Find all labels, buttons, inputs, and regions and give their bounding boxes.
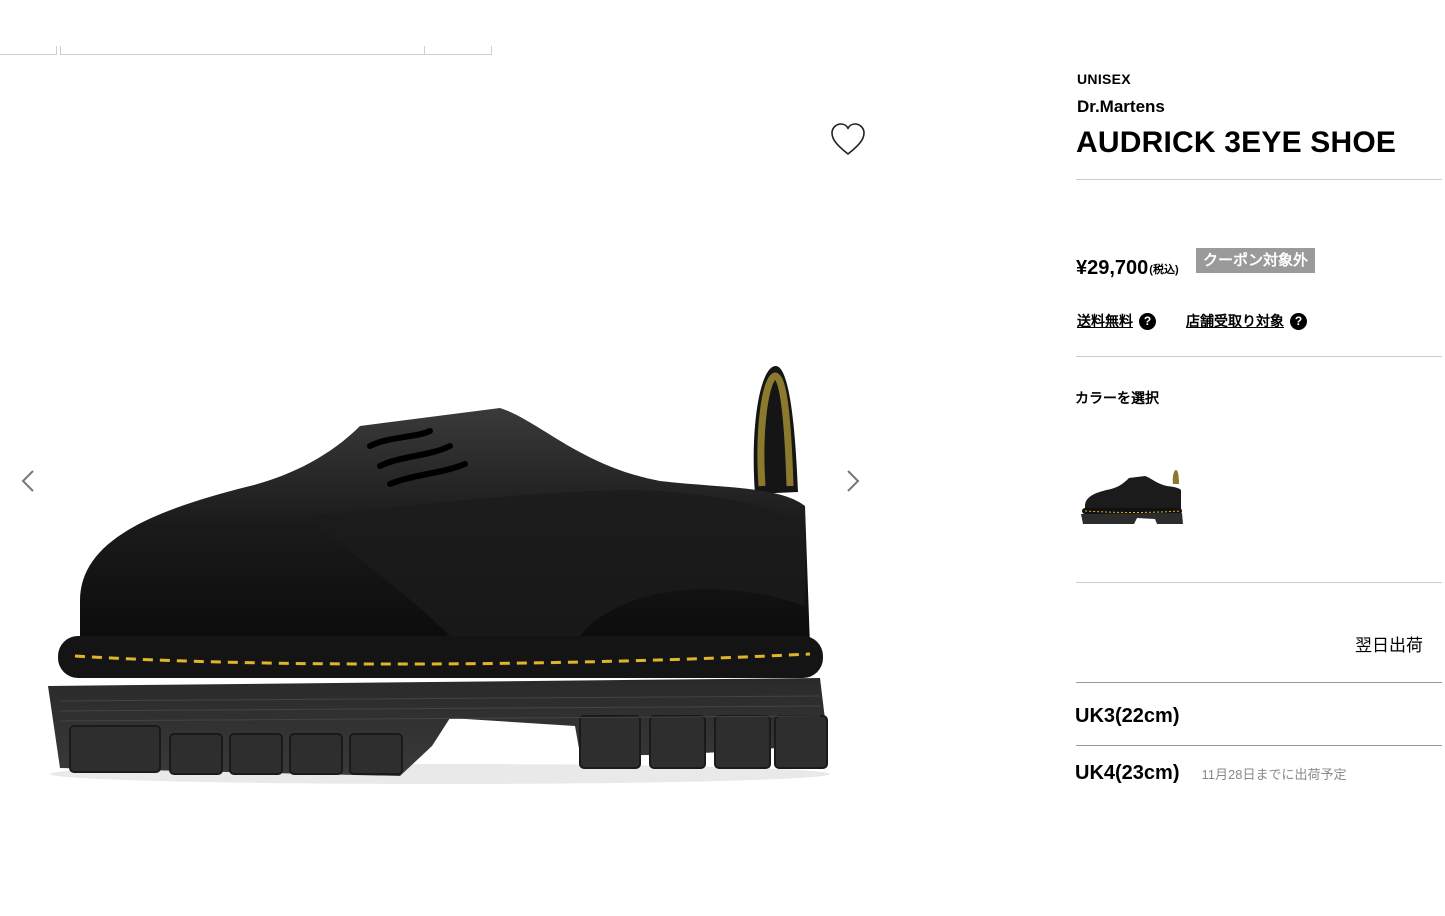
tax-note: (税込): [1149, 264, 1179, 276]
heart-outline-icon: [831, 123, 865, 155]
color-select-label: カラーを選択: [1075, 390, 1159, 406]
tab-divider: [56, 46, 57, 55]
product-info-panel: UNISEX Dr.Martens AUDRICK 3EYE SHOE ¥29,…: [1075, 0, 1445, 916]
product-gallery: [0, 56, 880, 916]
divider: [1076, 745, 1442, 746]
tab-divider: [424, 46, 425, 55]
divider: [1076, 682, 1442, 683]
divider: [1076, 179, 1442, 180]
price-row: ¥29,700 (税込): [1076, 250, 1179, 280]
free-shipping-link[interactable]: 送料無料 ?: [1077, 311, 1156, 331]
color-swatch-black[interactable]: [1079, 462, 1185, 532]
product-gender: UNISEX: [1077, 71, 1131, 87]
question-icon[interactable]: ?: [1290, 312, 1307, 330]
shipping-status: 翌日出荷: [1355, 636, 1423, 655]
size-option[interactable]: UK4(23cm) 11月28日までに出荷予定: [1075, 762, 1346, 785]
size-label: UK3(22cm): [1075, 705, 1180, 727]
tab-underline: [60, 54, 492, 55]
coupon-badge: クーポン対象外: [1196, 248, 1316, 273]
brand-name[interactable]: Dr.Martens: [1077, 97, 1165, 117]
product-price: ¥29,700: [1076, 257, 1149, 279]
store-pickup-label: 店舗受取り対象: [1186, 313, 1284, 329]
product-main-image: [48, 365, 830, 784]
divider: [1076, 356, 1442, 357]
store-pickup-link[interactable]: 店舗受取り対象 ?: [1186, 311, 1307, 331]
gallery-tab-strip: [0, 0, 495, 56]
tab-divider: [491, 46, 492, 55]
color-thumbnail-image: [1081, 470, 1183, 524]
product-name: AUDRICK 3EYE SHOE: [1076, 126, 1397, 159]
question-icon[interactable]: ?: [1139, 312, 1156, 330]
size-option[interactable]: UK3(22cm): [1075, 705, 1201, 728]
divider: [1076, 582, 1442, 583]
free-shipping-label: 送料無料: [1077, 313, 1133, 329]
tab-underline: [0, 54, 56, 55]
size-label: UK4(23cm): [1075, 762, 1180, 784]
size-note: 11月28日までに出荷予定: [1201, 767, 1347, 782]
favorite-button[interactable]: [826, 119, 870, 159]
